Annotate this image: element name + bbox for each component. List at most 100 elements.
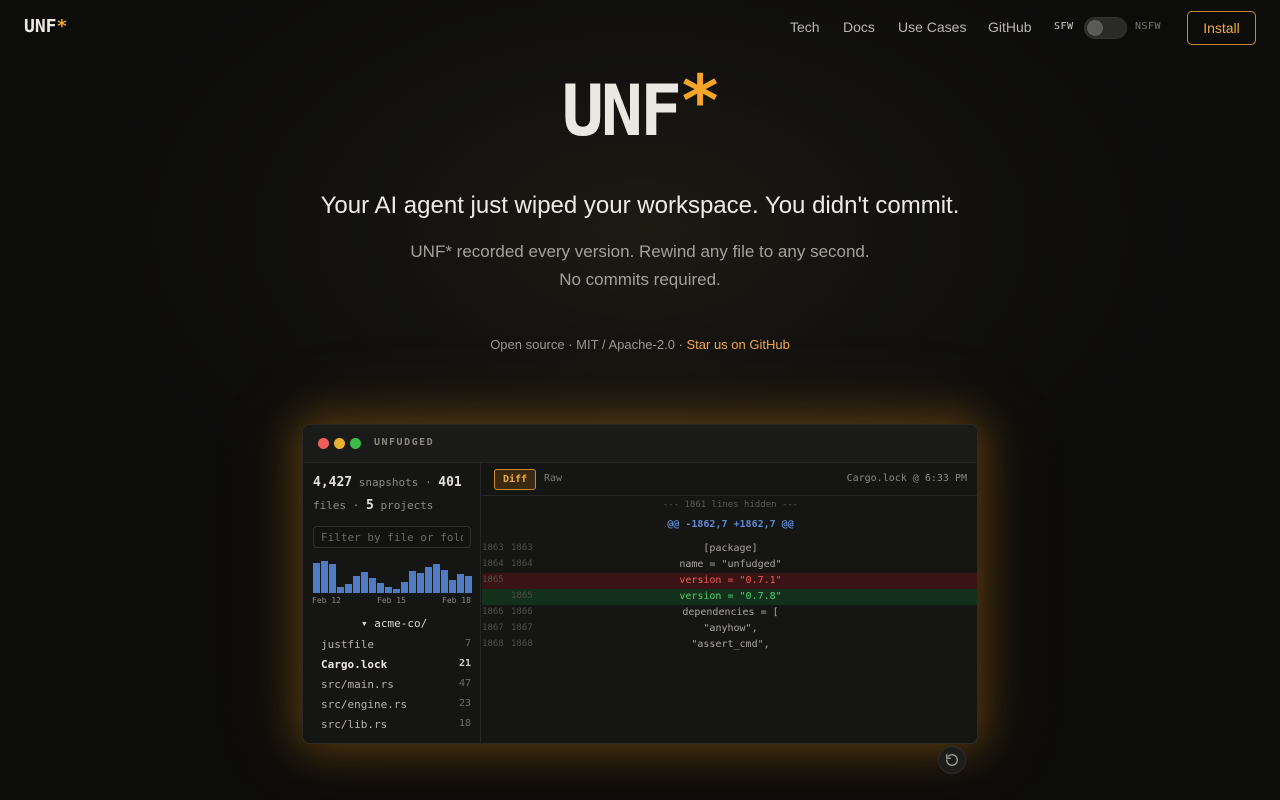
diff-line: 1867 1867 "anyhow", [482,621,977,637]
maximize-dot[interactable] [350,438,361,449]
histogram-date: Feb 15 [377,596,406,605]
histogram-bar[interactable] [393,589,400,593]
toggle-label-nsfw: NSFW [1135,21,1162,32]
file-name: src/main.rs [321,678,394,691]
star-on-github-link[interactable]: Star us on GitHub [686,337,789,352]
sidebar: 4,427 snapshots · 401 files · 5 projects… [303,463,481,743]
close-dot[interactable] [318,438,329,449]
diff-code: dependencies = [ [682,607,779,618]
filter-input[interactable] [313,526,471,548]
diff-code: name = "unfudged" [679,559,782,570]
histogram-date: Feb 18 [442,596,471,605]
file-name: src/engine.rs [321,698,408,711]
hunk-header: @@ -1862,7 +1862,7 @@ [667,519,794,530]
minimize-dot[interactable] [334,438,345,449]
window-title: UNFUDGED [374,437,435,448]
file-timestamp: Cargo.lock @ 6:33 PM [846,473,967,484]
diff-code: [package] [703,543,758,554]
hero-headline: Your AI agent just wiped your workspace.… [320,192,960,219]
histogram-bar[interactable] [465,576,472,593]
toggle-label-sfw: SFW [1054,21,1074,32]
histogram-bar[interactable] [329,564,336,593]
histogram-bar[interactable] [385,587,392,593]
histogram-bar[interactable] [433,564,440,593]
histogram-date: Feb 12 [312,596,341,605]
histogram-bar[interactable] [417,573,424,593]
top-nav: UNF* Tech Docs Use Cases GitHub SFW NSFW… [0,0,1280,56]
files-label: files [313,499,347,512]
file-row[interactable]: Cargo.lock 21 [321,658,471,676]
hero-title-star: * [679,60,721,142]
toggle-knob [1087,20,1103,36]
histogram-bar[interactable] [441,570,448,593]
file-name: src/lib.rs [321,718,388,731]
file-snapshot-count: 47 [458,678,471,689]
projects-count: 5 [366,498,374,513]
hero-sub-line1: UNF* recorded every version. Rewind any … [410,242,870,261]
hero-title-text: UNF [561,70,682,152]
diff-line: 1863 1863 [package] [482,541,977,557]
histogram-bar[interactable] [457,574,464,593]
histogram-bar[interactable] [425,567,432,593]
rewind-button[interactable] [938,746,966,774]
histogram-bar[interactable] [313,563,320,593]
nav-link-docs[interactable]: Docs [843,19,875,35]
file-row[interactable]: src/engine.rs 23 [321,698,471,716]
projects-label: projects [380,499,434,512]
file-name: justfile [321,638,374,651]
file-name: Cargo.lock [321,658,388,671]
hero-sub-line2: No commits required. [559,270,721,289]
license-text: Open source · MIT / Apache-2.0 · [490,337,687,352]
histogram-bar[interactable] [401,582,408,593]
histogram-bar[interactable] [353,576,360,593]
snapshots-label: snapshots [358,476,419,489]
nav-link-github[interactable]: GitHub [988,19,1032,35]
tab-diff[interactable]: Diff [494,469,536,490]
diff-code: "assert_cmd", [691,639,770,650]
diff-code: version = "0.7.8" [679,591,782,602]
snapshots-count: 4,427 [313,475,353,490]
logo[interactable]: UNF* [24,16,67,37]
diff-line: 1865 version = "0.7.8" [482,589,977,605]
diff-code: "anyhow", [703,623,758,634]
logo-text: UNF [24,16,57,37]
histogram-bar[interactable] [369,578,376,593]
hero-title: UNF* [0,60,1280,152]
logo-star: * [56,16,68,37]
histogram-bar[interactable] [449,580,456,593]
rotate-ccw-icon [946,754,958,766]
file-snapshot-count: 7 [464,638,471,649]
snapshot-histogram [313,561,473,593]
install-button[interactable]: Install [1187,11,1256,45]
window-titlebar: UNFUDGED [303,425,977,463]
diff-code: version = "0.7.1" [679,575,782,586]
diff-line: 1865 version = "0.7.1" [482,573,977,589]
histogram-bar[interactable] [321,561,328,593]
histogram-bar[interactable] [377,583,384,593]
tab-raw[interactable]: Raw [544,473,562,484]
file-snapshot-count: 18 [458,718,471,729]
file-snapshot-count: 21 [458,658,471,669]
stats-summary: 4,427 snapshots · 401 files · 5 projects [313,475,462,513]
app-window: UNFUDGED 4,427 snapshots · 401 files · 5… [302,424,978,744]
folder-acme-co[interactable]: ▾ acme-co/ [361,617,427,630]
histogram-bar[interactable] [345,584,352,593]
sfw-nsfw-toggle[interactable] [1084,17,1127,39]
file-row[interactable]: src/lib.rs 18 [321,718,471,736]
histogram-bar[interactable] [409,571,416,593]
diff-panel: Diff Raw Cargo.lock @ 6:33 PM --- 1861 l… [482,463,977,743]
file-snapshot-count: 23 [458,698,471,709]
diff-line: 1866 1866 dependencies = [ [482,605,977,621]
license-line: Open source · MIT / Apache-2.0 · Star us… [0,337,1280,352]
nav-link-tech[interactable]: Tech [790,19,820,35]
hidden-lines-note[interactable]: --- 1861 lines hidden --- [482,500,977,510]
file-row[interactable]: justfile 7 [321,638,471,656]
histogram-bar[interactable] [337,587,344,593]
histogram-bar[interactable] [361,572,368,593]
diff-toolbar: Diff Raw Cargo.lock @ 6:33 PM [482,463,977,496]
file-row[interactable]: src/main.rs 47 [321,678,471,696]
files-count: 401 [438,475,462,490]
diff-line: 1864 1864 name = "unfudged" [482,557,977,573]
nav-link-use-cases[interactable]: Use Cases [898,19,966,35]
diff-line: 1868 1868 "assert_cmd", [482,637,977,653]
